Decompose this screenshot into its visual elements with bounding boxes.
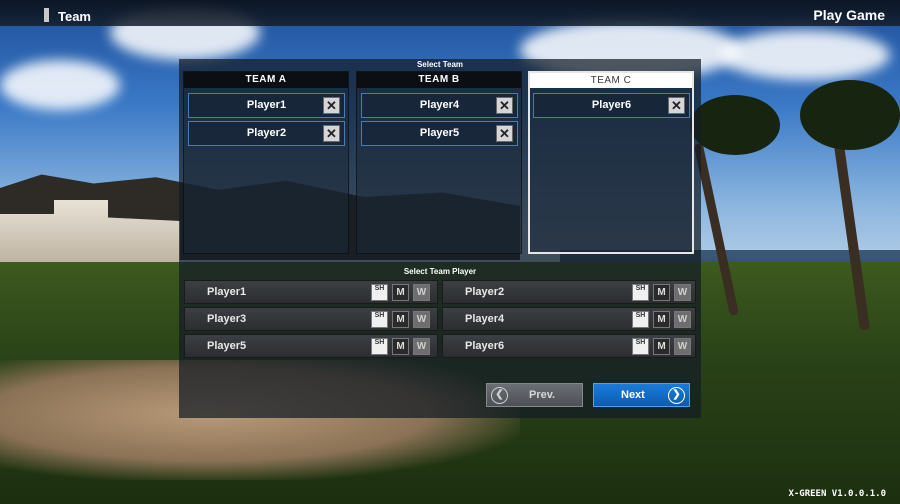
roster-player-name: Player3 xyxy=(207,313,247,325)
roster-row-player6[interactable]: Player6 SH M W xyxy=(442,334,696,358)
select-team-player-title: Select Team Player xyxy=(403,267,477,276)
cloud xyxy=(0,60,120,110)
cloud xyxy=(720,30,890,80)
slot-player-name: Player4 xyxy=(419,99,460,111)
mode-w-button[interactable]: W xyxy=(413,338,430,355)
roster-player-name: Player2 xyxy=(465,286,505,298)
mode-m-button[interactable]: M xyxy=(653,338,670,355)
mode-m-button[interactable]: M xyxy=(653,284,670,301)
prev-label: Prev. xyxy=(529,389,556,401)
mode-w-button[interactable]: W xyxy=(674,338,691,355)
team-c-slot-1[interactable]: Player6 xyxy=(533,93,690,118)
play-game-title: Play Game xyxy=(813,7,885,23)
team-b-slot-1[interactable]: Player4 xyxy=(361,93,518,118)
slot-player-name: Player6 xyxy=(591,99,632,111)
team-b-column[interactable]: TEAM B Player4 Player5 xyxy=(356,71,522,254)
version-label: X-GREEN V1.0.0.1.0 xyxy=(788,489,886,499)
mode-w-button[interactable]: W xyxy=(674,284,691,301)
select-team-title: Select Team xyxy=(416,60,464,69)
team-a-slot-2[interactable]: Player2 xyxy=(188,121,345,146)
mode-w-button[interactable]: W xyxy=(413,284,430,301)
remove-player-icon[interactable] xyxy=(323,125,340,142)
mode-m-button[interactable]: M xyxy=(392,311,409,328)
chevron-left-icon: ❮ xyxy=(491,387,508,404)
mode-m-button[interactable]: M xyxy=(392,338,409,355)
mode-m-button[interactable]: M xyxy=(392,284,409,301)
roster-row-player4[interactable]: Player4 SH M W xyxy=(442,307,696,331)
team-b-slot-2[interactable]: Player5 xyxy=(361,121,518,146)
team-a-header: TEAM A xyxy=(184,72,348,88)
remove-player-icon[interactable] xyxy=(496,125,513,142)
slot-player-name: Player5 xyxy=(419,127,460,139)
remove-player-icon[interactable] xyxy=(668,97,685,114)
mode-m-button[interactable]: M xyxy=(653,311,670,328)
roster-row-player5[interactable]: Player5 SH M W xyxy=(184,334,438,358)
team-select-panel: Select Team TEAM A Player1 Player2 TEAM … xyxy=(179,59,701,418)
next-label: Next xyxy=(621,389,645,401)
remove-player-icon[interactable] xyxy=(496,97,513,114)
hand-sh-icon[interactable]: SH xyxy=(371,338,388,355)
chevron-right-icon: ❯ xyxy=(668,387,685,404)
palm-leaves xyxy=(800,80,900,150)
team-a-column[interactable]: TEAM A Player1 Player2 xyxy=(183,71,349,254)
hand-sh-icon[interactable]: SH xyxy=(371,284,388,301)
roster-player-name: Player5 xyxy=(207,340,247,352)
roster-row-player1[interactable]: Player1 SH M W xyxy=(184,280,438,304)
title-marker xyxy=(44,8,49,22)
roster-player-name: Player4 xyxy=(465,313,505,325)
roster-row-player3[interactable]: Player3 SH M W xyxy=(184,307,438,331)
mode-w-button[interactable]: W xyxy=(413,311,430,328)
palm-leaves xyxy=(690,95,780,155)
hand-sh-icon[interactable]: SH xyxy=(632,338,649,355)
mode-w-button[interactable]: W xyxy=(674,311,691,328)
top-bar: Team Play Game xyxy=(0,0,900,26)
roster-player-name: Player6 xyxy=(465,340,505,352)
hand-sh-icon[interactable]: SH xyxy=(632,284,649,301)
slot-player-name: Player1 xyxy=(246,99,287,111)
hand-sh-icon[interactable]: SH xyxy=(371,311,388,328)
team-c-header: TEAM C xyxy=(530,73,692,88)
team-a-slot-1[interactable]: Player1 xyxy=(188,93,345,118)
roster-row-player2[interactable]: Player2 SH M W xyxy=(442,280,696,304)
team-c-column[interactable]: TEAM C Player6 xyxy=(528,71,694,254)
prev-button[interactable]: ❮ Prev. xyxy=(486,383,583,407)
slot-player-name: Player2 xyxy=(246,127,287,139)
remove-player-icon[interactable] xyxy=(323,97,340,114)
hand-sh-icon[interactable]: SH xyxy=(632,311,649,328)
team-b-header: TEAM B xyxy=(357,72,521,88)
next-button[interactable]: Next ❯ xyxy=(593,383,690,407)
roster-player-name: Player1 xyxy=(207,286,247,298)
page-title: Team xyxy=(58,9,91,24)
